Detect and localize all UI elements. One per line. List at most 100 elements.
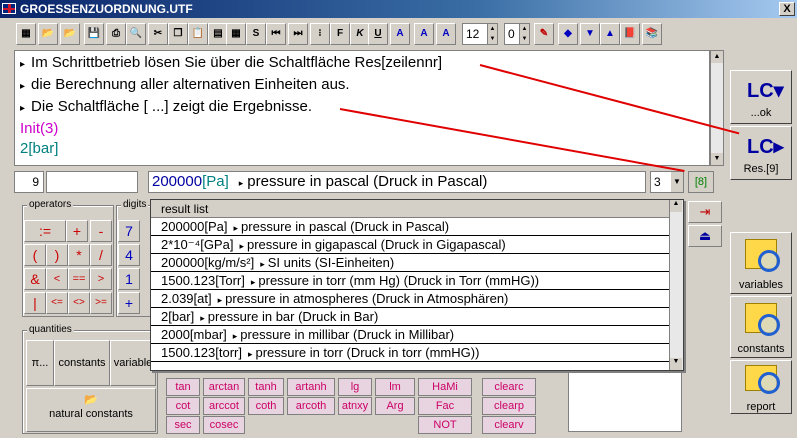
- decimals-field[interactable]: 0 ▲ ▼: [504, 23, 530, 45]
- expression-field[interactable]: 200000[Pa] ▸ pressure in pascal (Druck in …: [148, 171, 646, 193]
- underline-button[interactable]: U: [368, 23, 388, 45]
- digit-1-key[interactable]: 1: [118, 268, 140, 290]
- digit-7-key[interactable]: 7: [118, 220, 140, 242]
- open-alt-icon[interactable]: 📂: [60, 23, 80, 45]
- result-row[interactable]: 2[bar] ▸ pressure in bar (Druck in Bar): [151, 308, 669, 326]
- res-button[interactable]: LC▸ Res.[9]: [730, 126, 792, 180]
- result-row[interactable]: 200000[kg/m/s²] ▸ SI units (SI-Einheiten): [151, 254, 669, 272]
- bold-button[interactable]: F: [330, 23, 350, 45]
- scroll-down-icon[interactable]: ▼: [711, 153, 723, 165]
- copy-icon[interactable]: ❐: [168, 23, 188, 45]
- sign-key[interactable]: +: [118, 292, 140, 314]
- result-list-scrollbar[interactable]: ▲ ▼: [669, 200, 683, 370]
- minus-key[interactable]: -: [90, 220, 112, 242]
- scroll-down-icon[interactable]: ▼: [670, 358, 682, 370]
- editor-scrollbar[interactable]: ▲ ▼: [710, 50, 724, 166]
- open-icon[interactable]: 📂: [38, 23, 58, 45]
- books-icon[interactable]: 📚: [642, 23, 662, 45]
- less-equal-key[interactable]: <=: [46, 292, 68, 314]
- natural-constants-button[interactable]: 📂 natural constants: [26, 388, 156, 432]
- clearp-button[interactable]: clearp: [482, 397, 536, 415]
- fn-lm[interactable]: lm: [375, 378, 415, 396]
- result-row[interactable]: 2.039[at] ▸ pressure in atmospheres (Druck…: [151, 290, 669, 308]
- fn-tan[interactable]: tan: [166, 378, 200, 396]
- result-row[interactable]: 1500.123[Torr] ▸ pressure in torr (mm Hg) …: [151, 272, 669, 290]
- paste-icon[interactable]: 📋: [188, 23, 208, 45]
- fn-sec[interactable]: sec: [166, 416, 200, 434]
- print-icon[interactable]: ⎙: [106, 23, 126, 45]
- scroll-up-icon[interactable]: ▲: [711, 51, 723, 63]
- eject-icon[interactable]: ⏏: [688, 225, 722, 247]
- find-icon[interactable]: 🔍: [126, 23, 146, 45]
- fn-not[interactable]: NOT: [418, 416, 472, 434]
- count-select[interactable]: 3 ▼: [650, 171, 684, 193]
- scroll-up-icon[interactable]: ▲: [670, 200, 682, 212]
- fn-tanh[interactable]: tanh: [248, 378, 284, 396]
- fn-arg[interactable]: Arg: [375, 397, 415, 415]
- report-button[interactable]: report: [730, 360, 792, 414]
- or-key[interactable]: |: [24, 292, 46, 314]
- save-icon[interactable]: 💾: [84, 23, 104, 45]
- fn-arctan[interactable]: arctan: [203, 378, 245, 396]
- constants-key[interactable]: constants: [54, 340, 110, 386]
- fn-hami[interactable]: HaMi: [418, 378, 472, 396]
- font-size-down-icon[interactable]: A: [436, 23, 456, 45]
- fn-cot[interactable]: cot: [166, 397, 200, 415]
- clearv-button[interactable]: clearv: [482, 416, 536, 434]
- last-icon[interactable]: ⏭: [288, 23, 308, 45]
- left-right-icon[interactable]: ◆: [558, 23, 578, 45]
- close-button[interactable]: X: [779, 2, 795, 16]
- cut-icon[interactable]: ✂: [148, 23, 168, 45]
- first-icon[interactable]: ⏮: [266, 23, 286, 45]
- format-icon[interactable]: ▤: [208, 23, 228, 45]
- result-row[interactable]: 200000[Pa] ▸ pressure in pascal (Druck in …: [151, 218, 669, 236]
- fn-arccot[interactable]: arccot: [203, 397, 245, 415]
- spin-arrows-icon[interactable]: ▲ ▼: [487, 24, 497, 44]
- result-row[interactable]: 2000[mbar] ▸ pressure in millibar (Druck i…: [151, 326, 669, 344]
- not-equal-key[interactable]: <>: [68, 292, 90, 314]
- digit-4-key[interactable]: 4: [118, 244, 140, 266]
- clearc-button[interactable]: clearc: [482, 378, 536, 396]
- fn-atnxy[interactable]: atnxy: [338, 397, 372, 415]
- result-list[interactable]: result list 200000[Pa] ▸ pressure in pasca…: [150, 199, 684, 371]
- and-key[interactable]: &: [24, 268, 46, 290]
- fn-artanh[interactable]: artanh: [287, 378, 335, 396]
- fn-coth[interactable]: coth: [248, 397, 284, 415]
- dropdown-icon[interactable]: ▼: [671, 172, 683, 192]
- greater-key[interactable]: >: [90, 268, 112, 290]
- up-arrow-icon[interactable]: ▲: [600, 23, 620, 45]
- down-arrow-icon[interactable]: ▼: [580, 23, 600, 45]
- constants-button[interactable]: constants: [730, 296, 792, 358]
- ok-button[interactable]: LC▾ ...ok: [730, 70, 792, 124]
- exit-icon[interactable]: ⇥: [688, 201, 722, 223]
- plus-key[interactable]: +: [66, 220, 88, 242]
- equal-key[interactable]: ==: [68, 268, 90, 290]
- step-icon[interactable]: S: [246, 23, 266, 45]
- result-row[interactable]: 2*10⁻⁴[GPa] ▸ pressure in gigapascal (Druc…: [151, 236, 669, 254]
- variables-button[interactable]: variables: [730, 232, 792, 294]
- book-icon[interactable]: 📕: [620, 23, 640, 45]
- editor-text-area[interactable]: ▸ Im Schrittbetrieb lösen Sie über die Sc…: [14, 50, 710, 166]
- brush-icon[interactable]: ✎: [534, 23, 554, 45]
- font-size-up-icon[interactable]: A: [390, 23, 410, 45]
- close-paren-key[interactable]: ): [46, 244, 68, 266]
- font-size-icon[interactable]: A: [414, 23, 434, 45]
- colors-icon[interactable]: ⁝: [310, 23, 330, 45]
- less-key[interactable]: <: [46, 268, 68, 290]
- italic-button[interactable]: K: [350, 23, 370, 45]
- spin-arrows-icon[interactable]: ▲ ▼: [519, 24, 529, 44]
- fn-arcoth[interactable]: arcoth: [287, 397, 335, 415]
- fn-cosec[interactable]: cosec: [203, 416, 245, 434]
- divide-key[interactable]: /: [90, 244, 112, 266]
- pi-button[interactable]: π...: [26, 340, 54, 386]
- results-button[interactable]: [8]: [688, 171, 714, 193]
- result-row[interactable]: 1500.123[torr] ▸ pressure in torr (Druck i…: [151, 344, 669, 362]
- fn-fac[interactable]: Fac: [418, 397, 472, 415]
- calculator-icon[interactable]: ▦: [226, 23, 246, 45]
- grid-icon[interactable]: ▦: [16, 23, 36, 45]
- open-paren-key[interactable]: (: [24, 244, 46, 266]
- font-size-field[interactable]: 12 ▲ ▼: [462, 23, 498, 45]
- multiply-key[interactable]: *: [68, 244, 90, 266]
- assign-key[interactable]: :=: [24, 220, 66, 242]
- fn-lg[interactable]: lg: [338, 378, 372, 396]
